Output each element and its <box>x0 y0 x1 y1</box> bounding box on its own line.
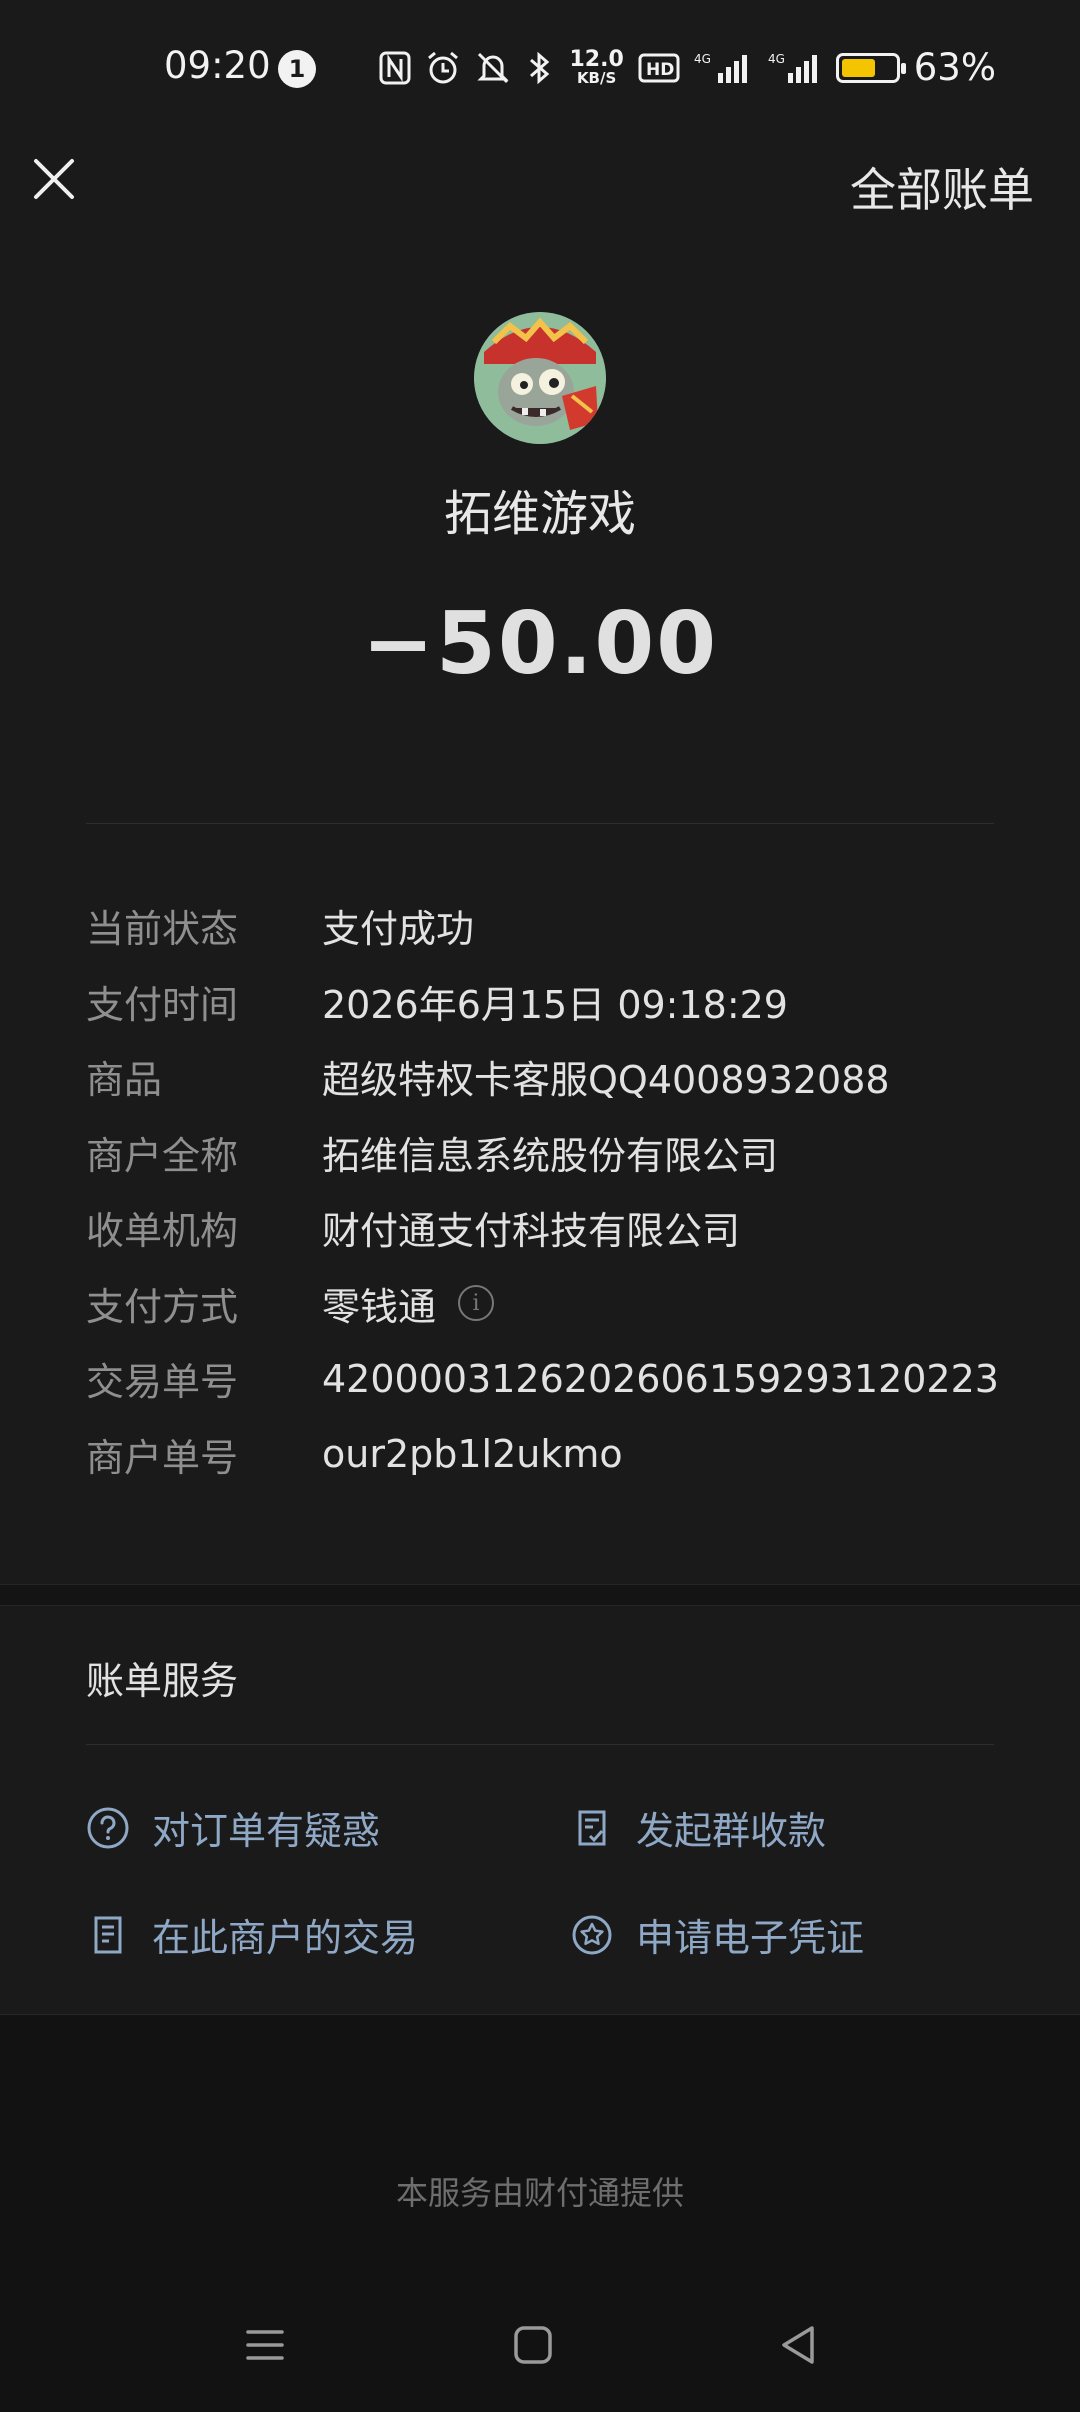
receipt-icon <box>94 1916 122 1953</box>
section-separator <box>0 1584 1080 1606</box>
payment-amount: −50.00 <box>361 594 719 694</box>
merchant-transactions-link[interactable]: 在此商户的交易 <box>86 1907 418 1962</box>
svg-text:HD: HD <box>646 60 674 80</box>
bill-services-title: 账单服务 <box>86 1659 239 1703</box>
nav-home-button[interactable] <box>508 2320 558 2370</box>
info-icon[interactable]: i <box>458 1285 495 1322</box>
battery-icon <box>835 52 906 83</box>
detail-value: 2026年6月15日 09:18:29 <box>322 982 788 1027</box>
divider <box>86 823 994 824</box>
detail-row-merchant-full-name: 商户全称 拓维信息系统股份有限公司 <box>86 1115 1006 1191</box>
detail-label: 商户全称 <box>86 1133 239 1178</box>
battery-percent: 63% <box>913 46 996 89</box>
merchant-avatar <box>474 312 606 444</box>
detail-label: 交易单号 <box>86 1360 239 1405</box>
close-button[interactable] <box>30 155 78 203</box>
service-label: 申请电子凭证 <box>636 1916 865 1960</box>
group-collect-link[interactable]: 发起群收款 <box>570 1800 826 1855</box>
svg-text:4G: 4G <box>768 52 785 66</box>
signal-4g-icon-2: 4G <box>768 52 817 83</box>
detail-value-with-info: 零钱通 i <box>322 1276 495 1331</box>
detail-value[interactable]: 4200003126202606159293120223 <box>322 1357 999 1401</box>
battery-fill <box>841 58 875 77</box>
status-bar: 09:20 1 12.0 KB/S HD 4G 4G 63% <box>0 0 1080 140</box>
net-speed-unit: KB/S <box>576 69 617 87</box>
svg-text:4G: 4G <box>694 52 711 66</box>
nav-back-button[interactable] <box>774 2320 824 2370</box>
status-time: 09:20 <box>164 44 271 87</box>
detail-value: 支付成功 <box>322 907 475 952</box>
detail-value: 拓维信息系统股份有限公司 <box>322 1133 779 1178</box>
provider-note: 本服务由财付通提供 <box>395 2174 684 2212</box>
question-circle-icon <box>87 1807 129 1848</box>
zombie-logo-icon <box>474 312 606 444</box>
transaction-details: 当前状态 支付成功 支付时间 2026年6月15日 09:18:29 商品 超级… <box>86 888 1006 1492</box>
hd-icon: HD <box>638 53 680 82</box>
detail-row-acquirer: 收单机构 财付通支付科技有限公司 <box>86 1190 1006 1266</box>
detail-row-pay-time: 支付时间 2026年6月15日 09:18:29 <box>86 964 1006 1040</box>
detail-label: 支付时间 <box>86 982 239 1027</box>
service-label: 在此商户的交易 <box>152 1916 419 1960</box>
detail-row-product: 商品 超级特权卡客服QQ4008932088 <box>86 1039 1006 1115</box>
service-label: 发起群收款 <box>636 1809 827 1853</box>
signal-4g-icon: 4G <box>694 52 747 83</box>
nav-menu-button[interactable] <box>240 2320 290 2370</box>
group-collect-icon <box>578 1810 606 1845</box>
order-question-link[interactable]: 对订单有疑惑 <box>86 1800 380 1855</box>
detail-value[interactable]: our2pb1l2ukmo <box>322 1432 623 1476</box>
net-speed: 12.0 KB/S <box>569 49 623 86</box>
detail-label: 当前状态 <box>86 907 239 952</box>
mute-icon <box>477 52 510 83</box>
detail-label: 支付方式 <box>86 1284 239 1329</box>
detail-row-status: 当前状态 支付成功 <box>86 888 1006 964</box>
alarm-icon <box>428 51 459 83</box>
detail-label: 商户单号 <box>86 1435 239 1480</box>
bluetooth-icon <box>530 51 550 84</box>
certificate-icon <box>572 1915 612 1954</box>
detail-value: 超级特权卡客服QQ4008932088 <box>322 1058 890 1103</box>
merchant-name: 拓维游戏 <box>443 486 636 542</box>
detail-value: 财付通支付科技有限公司 <box>322 1209 741 1254</box>
notification-count-badge: 1 <box>278 50 316 88</box>
net-speed-value: 12.0 <box>569 47 624 72</box>
service-label: 对订单有疑惑 <box>152 1809 381 1853</box>
nfc-icon <box>379 51 411 84</box>
all-bills-button[interactable]: 全部账单 <box>850 154 1034 220</box>
e-certificate-link[interactable]: 申请电子凭证 <box>570 1907 864 1962</box>
detail-value: 零钱通 <box>322 1284 437 1329</box>
detail-label: 收单机构 <box>86 1209 239 1254</box>
detail-row-payment-method: 支付方式 零钱通 i <box>86 1266 1006 1342</box>
divider <box>86 1744 994 1745</box>
detail-label: 商品 <box>86 1058 163 1103</box>
detail-row-merchant-order-id: 商户单号 our2pb1l2ukmo <box>86 1417 1006 1493</box>
detail-row-transaction-id: 交易单号 4200003126202606159293120223 <box>86 1341 1006 1417</box>
status-icons: 12.0 KB/S HD 4G 4G 63% <box>379 46 996 89</box>
